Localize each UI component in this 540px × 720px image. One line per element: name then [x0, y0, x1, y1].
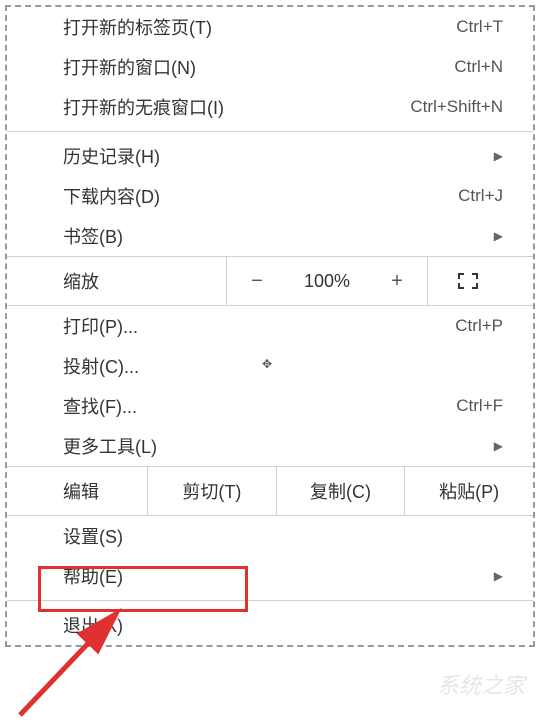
menu-label: 更多工具(L): [63, 433, 484, 459]
submenu-arrow-icon: ▶: [494, 569, 503, 583]
copy-button[interactable]: 复制(C): [276, 467, 405, 515]
fullscreen-button[interactable]: [427, 257, 507, 305]
menu-item-new-window[interactable]: 打开新的窗口(N) Ctrl+N: [7, 47, 533, 87]
menu-item-cast[interactable]: 投射(C)...: [7, 346, 533, 386]
edit-row: 编辑 剪切(T) 复制(C) 粘贴(P): [7, 466, 533, 516]
menu-label: 书签(B): [63, 223, 484, 249]
menu-shortcut: Ctrl+N: [454, 57, 503, 77]
zoom-out-button[interactable]: −: [227, 257, 287, 305]
menu-item-history[interactable]: 历史记录(H) ▶: [7, 136, 533, 176]
menu-item-help[interactable]: 帮助(E) ▶: [7, 556, 533, 596]
menu-item-downloads[interactable]: 下载内容(D) Ctrl+J: [7, 176, 533, 216]
zoom-value: 100%: [287, 257, 367, 305]
menu-separator: [7, 600, 533, 601]
fullscreen-icon: [458, 273, 478, 289]
menu-label: 打印(P)...: [63, 313, 455, 339]
zoom-label: 缩放: [7, 257, 227, 305]
menu-shortcut: Ctrl+F: [456, 396, 503, 416]
paste-button[interactable]: 粘贴(P): [404, 467, 533, 515]
menu-item-bookmarks[interactable]: 书签(B) ▶: [7, 216, 533, 256]
submenu-arrow-icon: ▶: [494, 439, 503, 453]
menu-label: 打开新的窗口(N): [63, 54, 454, 80]
menu-label: 退出(X): [63, 612, 503, 638]
menu-shortcut: Ctrl+P: [455, 316, 503, 336]
watermark-text: 系统之家: [437, 668, 525, 700]
menu-label: 设置(S): [63, 523, 503, 549]
menu-label: 历史记录(H): [63, 143, 484, 169]
menu-item-find[interactable]: 查找(F)... Ctrl+F: [7, 386, 533, 426]
menu-item-new-incognito[interactable]: 打开新的无痕窗口(I) Ctrl+Shift+N: [7, 87, 533, 127]
zoom-in-button[interactable]: +: [367, 257, 427, 305]
menu-label: 投射(C)...: [63, 353, 503, 379]
menu-item-settings[interactable]: 设置(S): [7, 516, 533, 556]
menu-label: 帮助(E): [63, 563, 484, 589]
menu-item-more-tools[interactable]: 更多工具(L) ▶: [7, 426, 533, 466]
chrome-menu: 打开新的标签页(T) Ctrl+T 打开新的窗口(N) Ctrl+N 打开新的无…: [5, 5, 535, 647]
menu-separator: [7, 131, 533, 132]
menu-shortcut: Ctrl+J: [458, 186, 503, 206]
zoom-row: 缩放 − 100% +: [7, 256, 533, 306]
menu-shortcut: Ctrl+Shift+N: [410, 97, 503, 117]
menu-item-new-tab[interactable]: 打开新的标签页(T) Ctrl+T: [7, 7, 533, 47]
cut-button[interactable]: 剪切(T): [147, 467, 276, 515]
menu-label: 下载内容(D): [63, 183, 458, 209]
menu-label: 打开新的标签页(T): [63, 14, 456, 40]
submenu-arrow-icon: ▶: [494, 229, 503, 243]
submenu-arrow-icon: ▶: [494, 149, 503, 163]
menu-shortcut: Ctrl+T: [456, 17, 503, 37]
edit-label: 编辑: [7, 467, 147, 515]
menu-label: 查找(F)...: [63, 393, 456, 419]
menu-label: 打开新的无痕窗口(I): [63, 94, 410, 120]
menu-item-print[interactable]: 打印(P)... Ctrl+P: [7, 306, 533, 346]
menu-item-exit[interactable]: 退出(X): [7, 605, 533, 645]
